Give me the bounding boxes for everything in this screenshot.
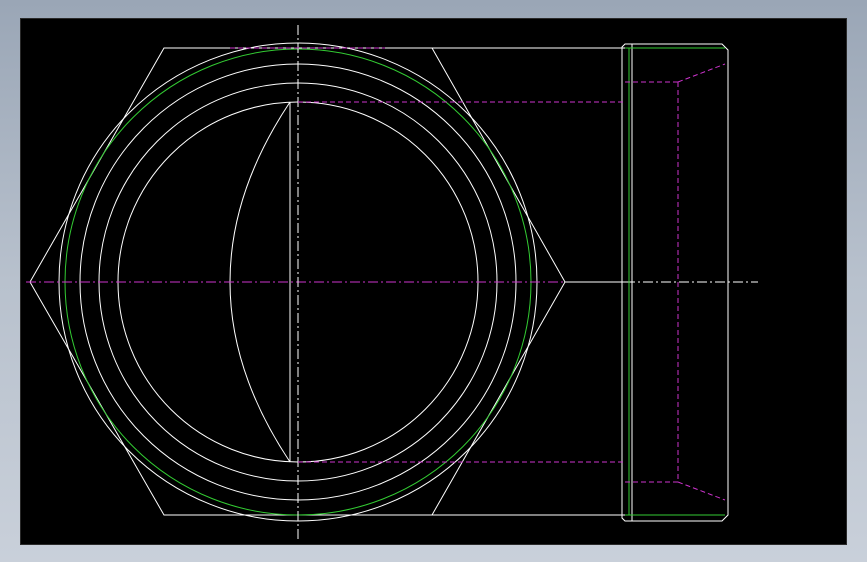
cad-viewport[interactable] <box>20 18 847 545</box>
side-hidden-lines <box>298 63 726 501</box>
center-lines <box>26 25 758 540</box>
cad-drawing <box>26 25 758 540</box>
hidden-chamfer-top-slope <box>677 63 726 83</box>
hidden-chamfer-bottom-slope <box>677 481 726 501</box>
